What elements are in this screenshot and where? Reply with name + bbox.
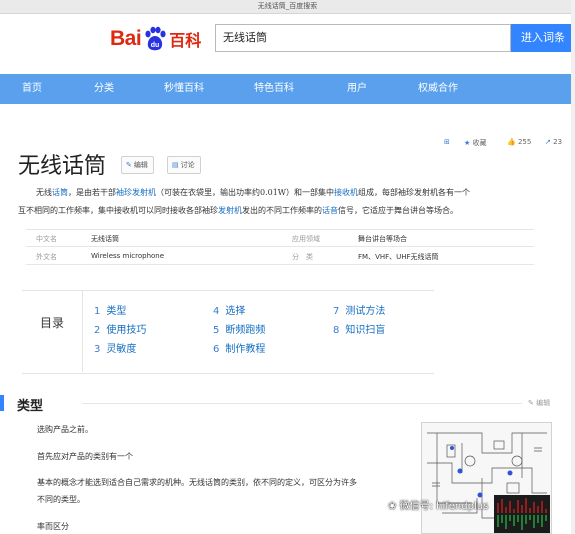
wechat-watermark: ❀ 微信号: hifendplus [388,497,488,512]
nav-item-authority[interactable]: 权威合作 [418,74,458,104]
info-divider [26,246,534,247]
nav-item-home[interactable]: 首页 [22,74,42,104]
section-marker [0,395,4,411]
toc-item[interactable]: 8 知识扫盲 [333,321,385,336]
nav-item-category[interactable]: 分类 [94,74,114,104]
info-key: 应用领域 [292,235,320,243]
info-divider [26,229,534,230]
like-button[interactable]: 👍 255 [507,138,531,146]
body-text: 不同的类型。 [37,495,85,504]
toc-item[interactable]: 7 测试方法 [333,302,385,317]
toc-title: 目录 [40,316,65,330]
toc-item[interactable]: 3 灵敏度 [94,340,136,355]
info-divider [26,264,534,265]
summary-text: 互不相同的工作频率，集中接收机可以同时接收各部袖珍 [18,206,218,215]
body-text: 率而区分 [37,522,69,531]
baidu-baike-logo[interactable]: Bai du 百科 [110,25,201,53]
watermark-text: 微信号: hifendplus [399,501,489,512]
page-scroll-edge [571,0,575,534]
wechat-icon: ❀ [388,501,397,512]
toc-item[interactable]: 6 制作教程 [213,340,265,355]
pencil-icon: ✎ [528,399,534,407]
discuss-label: 讨论 [180,161,195,169]
share-button[interactable]: ↗ 23 [545,138,562,146]
info-value: 无线话筒 [91,235,119,243]
toc-item[interactable]: 5 断频跑频 [213,321,265,336]
info-key: 分 类 [292,253,313,261]
summary-link-transmitter[interactable]: 袖珍发射机 [116,188,156,197]
info-value: FM、VHF、UHF无线话筒 [358,253,439,261]
pencil-icon: ✎ [126,161,132,169]
nav-item-user[interactable]: 用户 [347,74,367,104]
info-value: 舞台讲台等场合 [358,235,407,243]
body-text: 基本的概念才能选到适合自己需求的机种。无线话筒的类别，依不同的定义，可区分为许多 [37,478,357,487]
share-icon: ↗ [545,138,551,146]
collect-label: 收藏 [472,139,487,147]
main-nav: 首页 分类 秒懂百科 特色百科 用户 权威合作 [0,74,575,104]
nav-item-miaodong[interactable]: 秒懂百科 [164,74,204,104]
logo-du-text: du [151,42,160,49]
search-input[interactable]: 无线话筒 [215,24,511,52]
summary-link-fasheji[interactable]: 发射机 [218,206,242,215]
toc-divider [82,290,83,372]
paw-icon: du [142,26,168,52]
summary-text: 组成，每部袖珍发射机各有一个 [358,188,471,197]
discuss-icon: ▤ [172,161,179,169]
summary-text: 发出的不同工作频率的 [242,206,322,215]
like-count: 255 [517,138,532,146]
section-edit-label: 编辑 [536,399,551,407]
summary-link-voice[interactable]: 话音 [322,206,338,215]
summary-link-huatong[interactable]: 话筒 [52,188,68,197]
summary-text: 信号，它适应于舞台讲台等场合。 [338,206,458,215]
star-icon: ★ [464,139,471,147]
edit-label: 编辑 [133,161,148,169]
edit-entry-button[interactable]: ✎ 编辑 [121,156,154,174]
summary-paragraph: 无线话筒，是由若干部袖珍发射机（可装在衣袋里，输出功率约0.01W）和一部集中接… [18,184,558,220]
toc-item[interactable]: 2 使用技巧 [94,321,146,336]
thumb-up-icon: 👍 [507,138,516,146]
add-icon[interactable]: ⊞ [444,138,450,146]
summary-link-receiver[interactable]: 接收机 [334,188,358,197]
info-value: Wireless microphone [91,252,165,260]
summary-text: ，是由若干部 [68,188,116,197]
summary-text: （可装在衣袋里，输出功率约0.01W）和一部集中 [156,188,335,197]
nav-item-featured[interactable]: 特色百科 [254,74,294,104]
summary-text: 无线 [36,188,52,197]
collect-button[interactable]: ★ 收藏 [464,138,487,148]
browser-tab-title[interactable]: 无线话筒_百度搜索 [0,0,575,13]
discuss-button[interactable]: ▤ 讨论 [167,156,201,174]
body-text: 选购产品之前。 [37,425,93,434]
toc-item[interactable]: 1 类型 [94,302,126,317]
section-title: 类型 [17,399,44,414]
logo-baike-text: 百科 [169,31,202,50]
circuit-diagram-image[interactable] [421,422,552,534]
info-key: 中文名 [36,235,57,243]
section-edit-button[interactable]: ✎ 编辑 [528,398,550,408]
section-divider [82,403,522,404]
logo-text: Bai [110,27,142,50]
share-count: 23 [553,138,563,146]
toc-item[interactable]: 4 选择 [213,302,245,317]
info-key: 外文名 [36,253,57,261]
page-title: 无线话筒 [18,154,107,179]
body-text: 首先应对产品的类别有一个 [37,452,133,461]
enter-entry-button[interactable]: 进入词条 [511,24,575,52]
